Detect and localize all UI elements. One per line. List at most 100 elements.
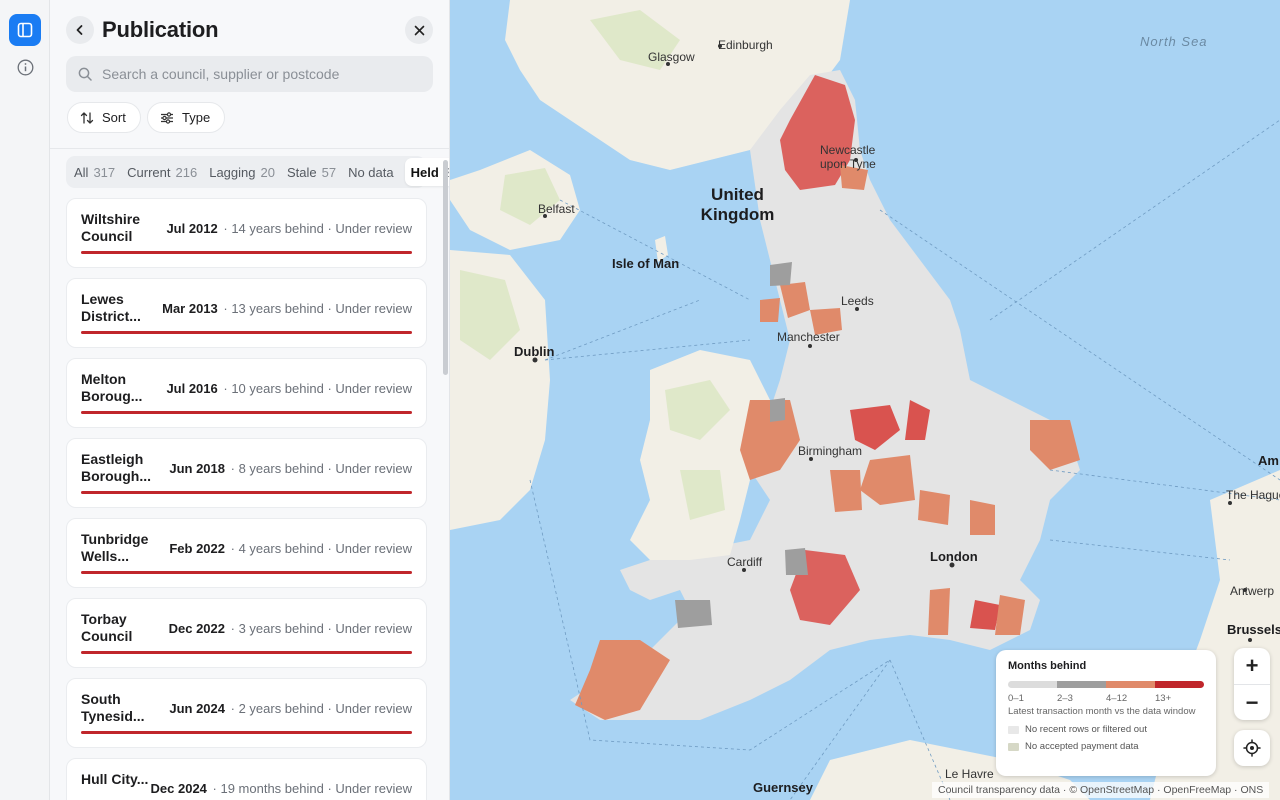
close-icon (414, 25, 424, 35)
lag-bar (81, 331, 412, 334)
behind-text: 3 years behind (238, 621, 324, 636)
place-label: Edinburgh (718, 38, 773, 52)
council-name: Melton Boroug... (81, 371, 143, 404)
lag-bar (81, 251, 412, 254)
zoom-out-button[interactable]: − (1234, 685, 1270, 721)
tab-label: Current (127, 164, 171, 180)
type-label: Type (182, 110, 211, 125)
tab-lagging[interactable]: Lagging 20 (203, 158, 281, 186)
legend-swatch (1008, 742, 1019, 751)
legend-swatch (1057, 681, 1106, 688)
sliders-icon (161, 111, 173, 124)
latest-month: Feb 2022 (169, 541, 225, 556)
place-label: The Hague (1226, 488, 1280, 502)
legend-label: No accepted payment data (1025, 741, 1139, 752)
publication-panel: Publication Sort Type All 317 Current216 … (50, 0, 450, 800)
council-name: South Tynesid... (81, 691, 145, 724)
status-text: Under review (335, 301, 412, 316)
legend-tick: 4–12 (1106, 693, 1128, 704)
latest-month: Dec 2022 (168, 621, 225, 636)
tab-stale[interactable]: Stale 57 (281, 158, 342, 186)
place-label: Glasgow (648, 50, 695, 64)
item-meta: Dec 2024 · 19 months behind · Under revi… (150, 781, 412, 796)
sort-button[interactable]: Sort (67, 102, 141, 133)
status-text: Under review (335, 781, 412, 796)
behind-text: 10 years behind (231, 381, 324, 396)
info-icon (17, 59, 33, 75)
legend-scale (1008, 681, 1204, 688)
tab-count: 57 (321, 164, 337, 180)
search-input[interactable] (102, 66, 422, 82)
latest-month: Jul 2016 (166, 381, 218, 396)
place-label: Am (1258, 453, 1279, 468)
place-label: Dublin (514, 344, 555, 359)
place-label: United Kingdom (700, 185, 775, 224)
latest-month: Jun 2024 (169, 701, 225, 716)
list-item[interactable]: Melton Boroug... Jul 2016 · 10 years beh… (66, 358, 427, 428)
council-name: Lewes District... (81, 291, 141, 324)
list-item[interactable]: Hull City... Dec 2024 · 19 months behind… (66, 758, 427, 800)
behind-text: 2 years behind (238, 701, 324, 716)
list-item[interactable]: Eastleigh Borough... Jun 2018 · 8 years … (66, 438, 427, 508)
list-item[interactable]: Tunbridge Wells... Feb 2022 · 4 years be… (66, 518, 427, 588)
legend-swatch (1155, 681, 1204, 688)
sidebar-toggle-button[interactable] (9, 14, 41, 46)
legend-tick: 13+ (1155, 693, 1172, 704)
council-name: Hull City... (81, 771, 149, 787)
place-label: Brussels (1227, 622, 1280, 637)
sort-label: Sort (102, 110, 126, 125)
legend-swatch (1106, 681, 1155, 688)
locate-button[interactable] (1234, 730, 1270, 766)
list-item[interactable]: Torbay Council Dec 2022 · 3 years behind… (66, 598, 427, 668)
lag-bar (81, 731, 412, 734)
legend-row: No recent rows or filtered out (1008, 724, 1204, 735)
place-label: Belfast (538, 202, 575, 216)
tab-no-data[interactable]: No data (342, 158, 405, 186)
place-label: Le Havre (945, 767, 994, 781)
chevron-left-icon (76, 25, 83, 35)
left-rail (0, 0, 50, 800)
divider (50, 148, 449, 149)
lag-bar (81, 651, 412, 654)
council-name: Tunbridge Wells... (81, 531, 149, 564)
legend-title: Months behind (1008, 660, 1087, 672)
status-filter-tabs: All 317 Current 216 Lagging 20 Stale 57 No d… (66, 156, 449, 188)
list-item[interactable]: South Tynesid... Jun 2024 · 2 years behi… (66, 678, 427, 748)
place-label: Newcastle upon Tyne (820, 143, 876, 171)
zoom-in-button[interactable]: + (1234, 648, 1270, 684)
council-name: Wiltshire Council (81, 211, 140, 244)
zoom-controls: + − (1234, 648, 1270, 720)
list-item[interactable]: Wiltshire Council Jul 2012 · 14 years be… (66, 198, 427, 268)
item-meta: Dec 2022 · 3 years behind · Under review (168, 621, 412, 636)
back-button[interactable] (66, 16, 94, 44)
list-scrollbar[interactable] (443, 160, 448, 375)
map-attribution[interactable]: Council transparency data · © OpenStreet… (932, 782, 1270, 798)
tab-label: All (74, 164, 89, 180)
sort-icon (80, 111, 94, 124)
locate-icon (1243, 739, 1261, 757)
lag-bar (81, 491, 412, 494)
place-label: Guernsey (753, 780, 813, 795)
item-meta: Jul 2016 · 10 years behind · Under revie… (166, 381, 412, 396)
tab-current[interactable]: Current 216 (121, 158, 203, 186)
close-button[interactable] (405, 16, 433, 44)
latest-month: Jun 2018 (169, 461, 225, 476)
type-button[interactable]: Type (147, 102, 225, 133)
tab-count: 317 (93, 164, 116, 180)
tab-label: Stale (286, 164, 317, 180)
council-name: Torbay Council (81, 611, 133, 644)
list-item[interactable]: Lewes District... Mar 2013 · 13 years be… (66, 278, 427, 348)
place-label: Manchester (777, 330, 840, 344)
tab-all[interactable]: All 317 (68, 158, 121, 186)
place-label: Cardiff (727, 555, 763, 569)
info-button[interactable] (16, 58, 34, 76)
legend-tick: 2–3 (1057, 693, 1073, 704)
search-icon (78, 67, 92, 81)
behind-text: 14 years behind (231, 221, 324, 236)
legend-description: Latest transaction month vs the data win… (1008, 706, 1196, 717)
map-legend: Months behind 0–1 2–3 4–12 13+ Latest tr… (996, 650, 1216, 776)
place-label: London (930, 549, 978, 564)
tab-count: 216 (175, 164, 198, 180)
lag-bar (81, 571, 412, 574)
legend-ticks: 0–1 2–3 4–12 13+ (1008, 693, 1204, 704)
